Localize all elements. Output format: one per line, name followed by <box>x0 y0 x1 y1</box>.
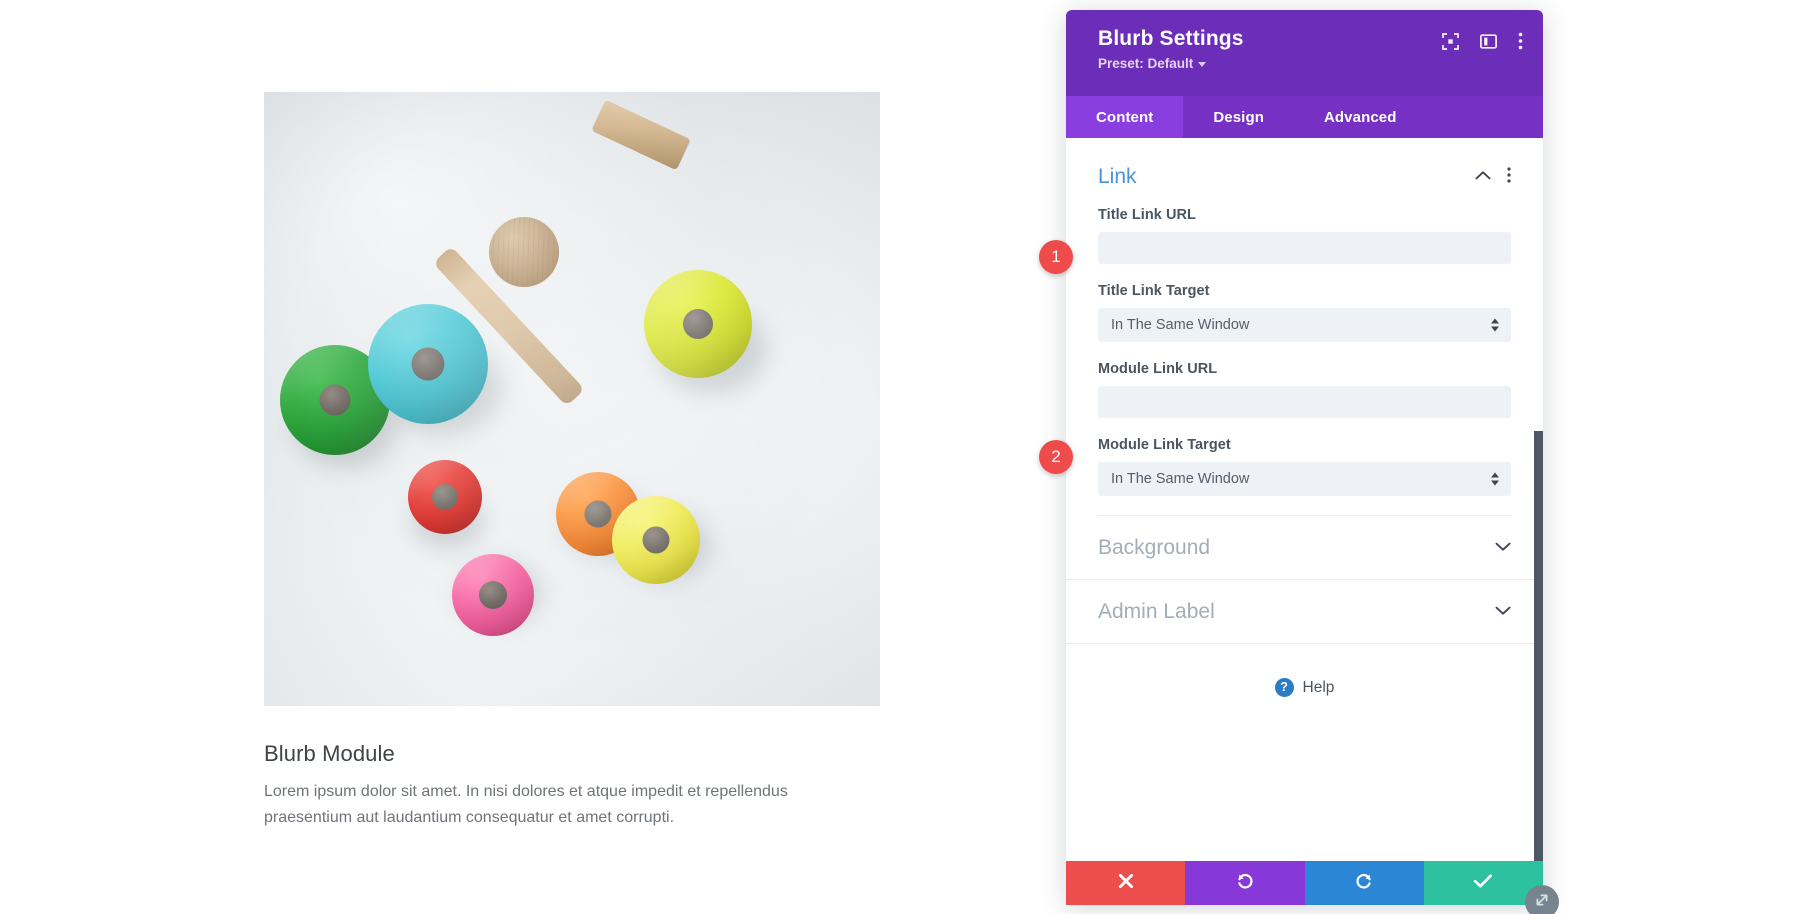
panel-action-bar <box>1066 861 1543 905</box>
label-title-link-target: Title Link Target <box>1098 283 1210 299</box>
label-title-link-url: Title Link URL <box>1098 207 1196 223</box>
resize-arrow-icon <box>1533 891 1551 914</box>
undo-button[interactable] <box>1185 861 1305 905</box>
help-button[interactable]: ? Help <box>1066 678 1543 697</box>
layout-panel-icon[interactable] <box>1480 33 1497 50</box>
field-title-link-url: Title Link URL <box>1098 207 1511 264</box>
tab-design[interactable]: Design <box>1183 96 1294 138</box>
help-question-icon: ? <box>1274 678 1294 697</box>
section-admin-label-title: Admin Label <box>1098 599 1215 623</box>
label-module-link-url: Module Link URL <box>1098 361 1218 377</box>
check-icon <box>1473 873 1493 894</box>
photo-vignette <box>264 92 880 706</box>
blurb-image[interactable] <box>264 92 880 706</box>
section-link-title: Link <box>1098 165 1137 188</box>
section-link-header[interactable]: Link <box>1098 160 1511 194</box>
chevron-down-icon <box>1198 62 1207 67</box>
input-module-link-url[interactable] <box>1098 386 1511 418</box>
section-link-icons <box>1475 166 1511 188</box>
input-title-link-url[interactable] <box>1098 232 1511 264</box>
more-vertical-icon[interactable] <box>1518 32 1523 50</box>
field-module-link-target: Module Link Target In The Same Window <box>1098 437 1511 496</box>
tab-content[interactable]: Content <box>1066 96 1184 138</box>
close-icon <box>1117 872 1135 895</box>
redo-icon <box>1354 871 1374 896</box>
panel-scrollbar[interactable] <box>1534 431 1543 861</box>
help-label: Help <box>1302 678 1335 696</box>
field-title-link-target: Title Link Target In The Same Window <box>1098 283 1511 342</box>
select-title-link-target[interactable]: In The Same Window <box>1098 308 1511 342</box>
panel-header: Blurb Settings Preset: Default <box>1066 10 1543 96</box>
panel-body: Link Title Link URL Title Link Target In… <box>1066 138 1543 861</box>
select-module-link-target[interactable]: In The Same Window <box>1098 462 1511 496</box>
focus-icon[interactable] <box>1442 32 1459 50</box>
blurb-settings-panel: Blurb Settings Preset: Default Content D… <box>1066 10 1559 914</box>
panel-tabs: Content Design Advanced <box>1066 96 1543 138</box>
chevron-down-icon[interactable] <box>1495 539 1511 557</box>
more-vertical-icon[interactable] <box>1507 166 1511 188</box>
page-canvas: Blurb Module Lorem ipsum dolor sit amet.… <box>0 0 1066 914</box>
section-link: Link Title Link URL Title Link Target In… <box>1066 138 1543 516</box>
blurb-description: Lorem ipsum dolor sit amet. In nisi dolo… <box>264 783 788 827</box>
tab-advanced[interactable]: Advanced <box>1294 96 1427 138</box>
blurb-module[interactable]: Blurb Module Lorem ipsum dolor sit amet.… <box>264 92 880 831</box>
annotation-badge-2: 2 <box>1039 440 1073 474</box>
screen-root: Blurb Module Lorem ipsum dolor sit amet.… <box>0 0 1800 914</box>
chevron-up-icon[interactable] <box>1475 168 1491 186</box>
cancel-button[interactable] <box>1066 861 1186 905</box>
redo-button[interactable] <box>1304 861 1424 905</box>
panel-header-icons <box>1442 32 1523 50</box>
chevron-down-icon[interactable] <box>1495 603 1511 621</box>
section-admin-label[interactable]: Admin Label <box>1066 580 1543 644</box>
field-module-link-url: Module Link URL <box>1098 361 1511 418</box>
preset-label: Preset: Default <box>1098 56 1194 71</box>
panel-resize-handle[interactable] <box>1525 885 1559 914</box>
section-background[interactable]: Background <box>1066 516 1543 580</box>
blurb-title: Blurb Module <box>264 741 395 766</box>
undo-icon <box>1235 871 1255 896</box>
preset-selector[interactable]: Preset: Default <box>1098 56 1207 71</box>
label-module-link-target: Module Link Target <box>1098 437 1231 453</box>
annotation-badge-1: 1 <box>1039 240 1073 274</box>
section-background-title: Background <box>1098 535 1211 559</box>
